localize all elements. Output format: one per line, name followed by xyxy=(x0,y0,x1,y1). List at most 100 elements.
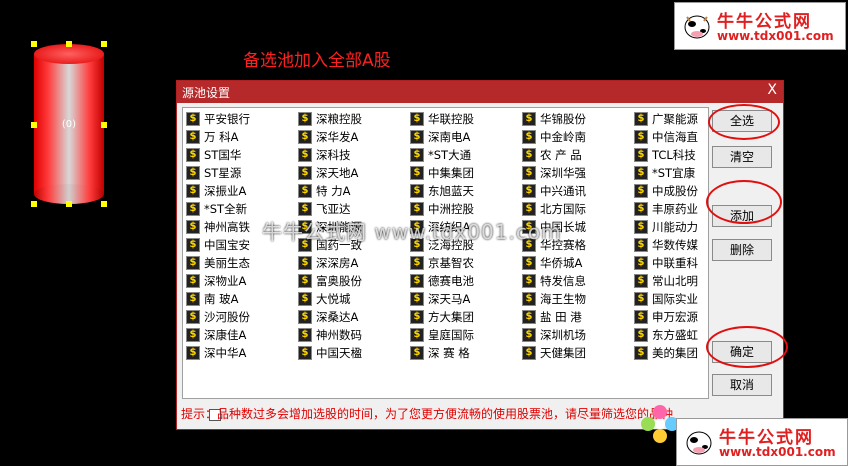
stock-icon: $ xyxy=(634,328,648,342)
stock-list-item[interactable]: $ 深粮控股 xyxy=(298,110,408,128)
stock-name: ST星源 xyxy=(204,166,242,180)
stock-list-item[interactable]: $ 深物业A xyxy=(186,272,296,290)
stock-icon: $ xyxy=(634,166,648,180)
stock-list-item[interactable]: $ 申万宏源 xyxy=(634,308,744,326)
stock-name: 中成股份 xyxy=(652,184,698,198)
stock-listbox[interactable]: $ 平安银行 $ 万 科A $ ST国华 $ ST星源 $ 深振业A $ *ST全新 $ 神州高铁 $ 中国宝… xyxy=(182,107,709,421)
stock-name: 平安银行 xyxy=(204,112,250,126)
stock-list-item[interactable]: $ 国际实业 xyxy=(634,290,744,308)
stock-list-item[interactable]: $ 平安银行 xyxy=(186,110,296,128)
stock-list-item[interactable]: $ 华联控股 xyxy=(410,110,520,128)
stock-list-item[interactable]: $ ST国华 xyxy=(186,146,296,164)
stock-name: 深天马A xyxy=(428,292,471,306)
stock-name: 常山北明 xyxy=(652,274,698,288)
stock-name: ST国华 xyxy=(204,148,242,162)
stock-list-item[interactable]: $ 特发信息 xyxy=(522,272,632,290)
stock-list-item[interactable]: $ 农 产 品 xyxy=(522,146,632,164)
stock-list-item[interactable]: $ 深南电A xyxy=(410,128,520,146)
stock-list-item[interactable]: $ 深深房A xyxy=(298,254,408,272)
stock-list-item[interactable]: $ 深圳华强 xyxy=(522,164,632,182)
stock-name: 深华发A xyxy=(316,130,359,144)
stock-list-item[interactable]: $ 万 科A xyxy=(186,128,296,146)
stock-icon: $ xyxy=(522,166,536,180)
stock-icon: $ xyxy=(186,292,200,306)
clear-button[interactable]: 清空 xyxy=(712,146,772,168)
stock-name: 深科技 xyxy=(316,148,351,162)
stock-name: 皇庭国际 xyxy=(428,328,474,342)
resize-handle-s[interactable] xyxy=(66,201,72,207)
stock-name: 中集集团 xyxy=(428,166,474,180)
stock-list-item[interactable]: $ 方大集团 xyxy=(410,308,520,326)
cancel-button[interactable]: 取消 xyxy=(712,374,772,396)
resize-handle-se[interactable] xyxy=(101,201,107,207)
stock-icon: $ xyxy=(298,274,312,288)
stock-name: 特 力A xyxy=(316,184,351,198)
stock-list-item[interactable]: $ 神州数码 xyxy=(298,326,408,344)
stock-name: 深振业A xyxy=(204,184,247,198)
close-icon[interactable]: X xyxy=(767,82,777,98)
resize-handle-e[interactable] xyxy=(101,122,107,128)
stock-list-item[interactable]: $ 富奥股份 xyxy=(298,272,408,290)
stock-list-item[interactable]: $ 深振业A xyxy=(186,182,296,200)
stock-list-item[interactable]: $ 深中华A xyxy=(186,344,296,362)
cylinder-widget[interactable]: (0) xyxy=(34,44,104,204)
stock-icon: $ xyxy=(522,256,536,270)
resize-handle-w[interactable] xyxy=(31,122,37,128)
stock-name: 南 玻A xyxy=(204,292,239,306)
stock-list-item[interactable]: $ 天健集团 xyxy=(522,344,632,362)
stock-list-item[interactable]: $ 深康佳A xyxy=(186,326,296,344)
stock-list-item[interactable]: $ 特 力A xyxy=(298,182,408,200)
stock-list-item[interactable]: $ 深圳机场 xyxy=(522,326,632,344)
stock-icon: $ xyxy=(522,346,536,360)
stock-list-item[interactable]: $ 深 赛 格 xyxy=(410,344,520,362)
stock-list-item[interactable]: $ 中兴通讯 xyxy=(522,182,632,200)
stock-list-item[interactable]: $ 华锦股份 xyxy=(522,110,632,128)
stock-icon: $ xyxy=(410,310,424,324)
stock-icon: $ xyxy=(298,166,312,180)
stock-icon: $ xyxy=(410,202,424,216)
annotation-circle-select-all xyxy=(708,104,780,140)
stock-list-item[interactable]: $ 深天马A xyxy=(410,290,520,308)
stock-name: 沙河股份 xyxy=(204,310,250,324)
stock-icon: $ xyxy=(298,328,312,342)
resize-handle-nw[interactable] xyxy=(31,41,37,47)
stock-list-item[interactable]: $ 京基智农 xyxy=(410,254,520,272)
resize-handle-ne[interactable] xyxy=(101,41,107,47)
stock-list-item[interactable]: $ 东旭蓝天 xyxy=(410,182,520,200)
stock-list-item[interactable]: $ 皇庭国际 xyxy=(410,326,520,344)
stock-icon: $ xyxy=(634,184,648,198)
stock-name: 天健集团 xyxy=(540,346,586,360)
stock-list-item[interactable]: $ 中集集团 xyxy=(410,164,520,182)
stock-icon: $ xyxy=(186,274,200,288)
stock-icon: $ xyxy=(186,202,200,216)
stock-list-item[interactable]: $ 美丽生态 xyxy=(186,254,296,272)
stock-list-item[interactable]: $ 德赛电池 xyxy=(410,272,520,290)
stock-list-item[interactable]: $ 海王生物 xyxy=(522,290,632,308)
stock-list-item[interactable]: $ 华侨城A xyxy=(522,254,632,272)
stock-icon: $ xyxy=(634,112,648,126)
stock-list-item[interactable]: $ 沙河股份 xyxy=(186,308,296,326)
stock-name: 大悦城 xyxy=(316,292,351,306)
stock-list-item[interactable]: $ 中金岭南 xyxy=(522,128,632,146)
stock-name: 深物业A xyxy=(204,274,247,288)
stock-name: 海王生物 xyxy=(540,292,586,306)
stock-name: 中信海直 xyxy=(652,130,698,144)
stock-list-item[interactable]: $ 南 玻A xyxy=(186,290,296,308)
delete-button[interactable]: 删除 xyxy=(712,239,772,261)
resize-handle-n[interactable] xyxy=(66,41,72,47)
stock-list-item[interactable]: $ 中国天楹 xyxy=(298,344,408,362)
stock-list-item[interactable]: $ 深科技 xyxy=(298,146,408,164)
stock-list-item[interactable]: $ 深天地A xyxy=(298,164,408,182)
stock-list-item[interactable]: $ *ST大通 xyxy=(410,146,520,164)
resize-handle-sw[interactable] xyxy=(31,201,37,207)
dialog-titlebar[interactable]: 源池设置 X xyxy=(177,81,783,103)
stock-list-item[interactable]: $ 深华发A xyxy=(298,128,408,146)
stock-icon: $ xyxy=(634,274,648,288)
stock-list-item[interactable]: $ 大悦城 xyxy=(298,290,408,308)
stock-list-item[interactable]: $ 深桑达A xyxy=(298,308,408,326)
stock-name: 深深房A xyxy=(316,256,359,270)
stock-icon: $ xyxy=(410,112,424,126)
stock-list-item[interactable]: $ ST星源 xyxy=(186,164,296,182)
stock-list-item[interactable]: $ 盐 田 港 xyxy=(522,308,632,326)
stock-list-item[interactable]: $ 常山北明 xyxy=(634,272,744,290)
